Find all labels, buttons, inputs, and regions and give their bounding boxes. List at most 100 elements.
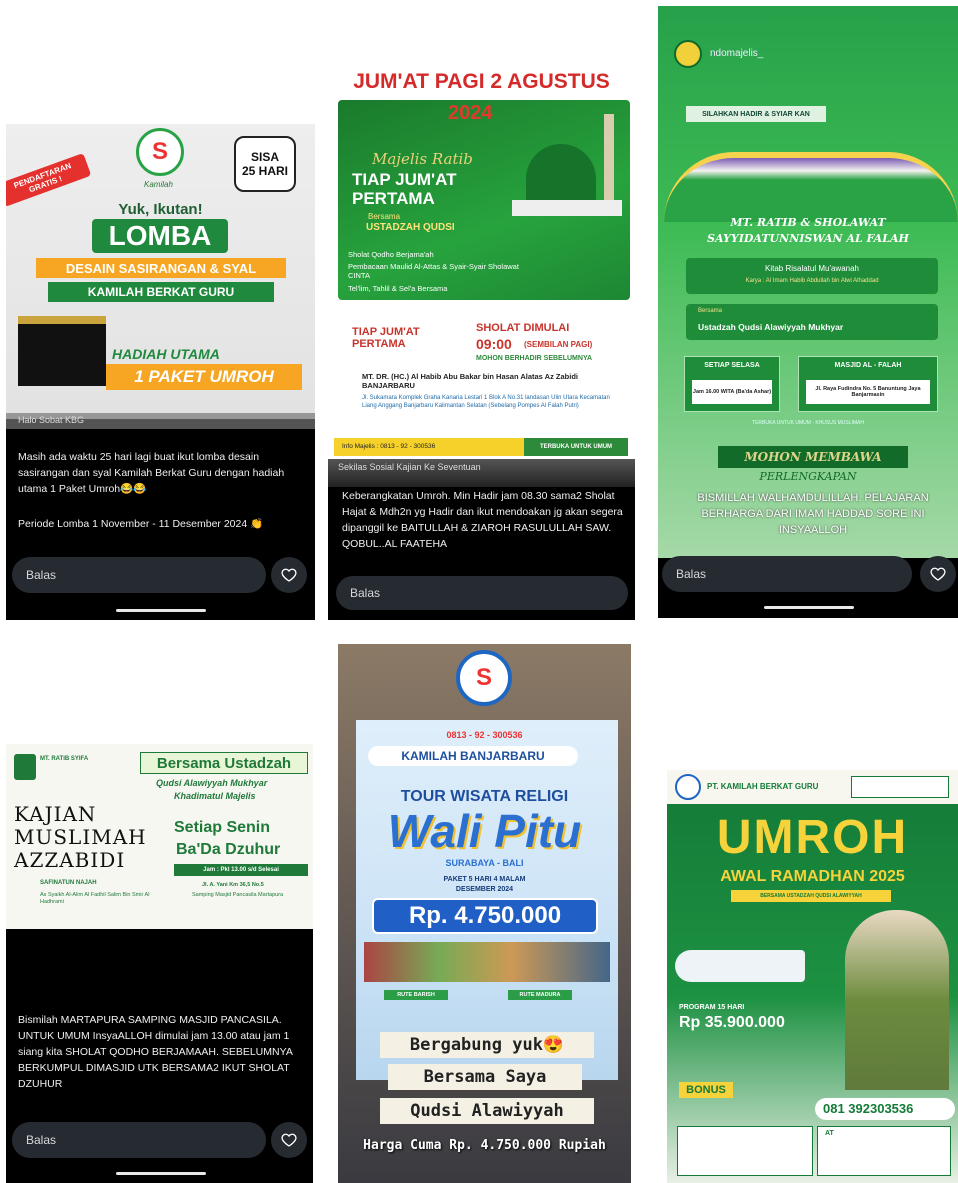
ustadzah-name: USTADZAH QUDSI <box>366 222 455 233</box>
tiap-jumat-2: TIAP JUM'AT PERTAMA <box>352 326 420 350</box>
username[interactable]: ndomajelis_ <box>710 48 763 59</box>
heart-icon <box>281 1133 297 1147</box>
heading1: MT. RATIB & SHOLAWAT <box>730 216 886 229</box>
samping-text: Samping Masjid Pancasila Martapura <box>192 892 284 898</box>
kaaba-image <box>18 316 106 386</box>
muslimah-text: MUSLIMAH <box>14 825 147 849</box>
org-logo-icon <box>14 754 36 780</box>
rute2-label: RUTE MADURA <box>508 990 572 1000</box>
reply-input[interactable]: Balas <box>12 557 266 593</box>
company-name: PT. KAMILAH BERKAT GURU <box>707 782 819 791</box>
kitab-text: Kitab Risalatul Mu'awanah <box>764 264 860 273</box>
kamilah-logo: S <box>456 650 512 706</box>
harga-text: Harga Cuma Rp. 4.750.000 Rupiah <box>363 1138 606 1153</box>
bullet-2: Tel'lim, Tahlil & Sel'a Bersama <box>348 284 448 293</box>
dome-image <box>512 114 622 216</box>
story-card-umroh[interactable]: PT. KAMILAH BERKAT GURU UMROH AWAL RAMAD… <box>667 770 958 1183</box>
username[interactable]: Halo Sobat KBG <box>18 415 84 425</box>
phone-top: 0813 - 92 - 300536 <box>446 730 523 740</box>
kemenag-logo-icon <box>674 40 702 68</box>
mohon-text: MOHON BERHADIR SEBELUMNYA <box>476 355 593 362</box>
kajian-text: KAJIAN <box>14 802 97 826</box>
umroh-title: UMROH <box>716 811 909 864</box>
partner-logo <box>851 776 949 798</box>
setiap-text: Setiap Senin <box>174 819 271 836</box>
story-card-jumat[interactable]: JUM'AT PAGI 2 AGUSTUS 2024 Majelis Ratib… <box>328 64 635 620</box>
mohon-banner: MOHON MEMBAWA <box>718 446 908 468</box>
wali-title: Wali Pitu <box>387 805 582 857</box>
heart-icon <box>930 567 946 581</box>
ustadzah-title: Khadimatul Majelis <box>174 791 256 801</box>
kamilah-banner: KAMILAH BERKAT GURU <box>48 282 274 302</box>
info-text: Info Majelis : 0813 - 92 - 300536 <box>342 443 436 450</box>
logo-text: Kamilah <box>144 180 173 189</box>
story-card-wali-pitu[interactable]: S 0813 - 92 - 300536 KAMILAH BANJARBARU … <box>338 644 631 1183</box>
awal-title: AWAL RAMADHAN 2025 <box>720 868 905 885</box>
date-text: DESEMBER 2024 <box>455 886 514 893</box>
azzabidi-text: AZZABIDI <box>14 848 126 872</box>
reply-input[interactable]: Balas <box>12 1122 266 1158</box>
brand-banner: KAMILAH BANJARBARU <box>368 746 578 766</box>
tiap-jumat: TIAP JUM'AT <box>352 170 457 189</box>
terbuka-badge: TERBUKA UNTUK UMUM <box>524 438 628 456</box>
price-banner: Rp. 4.750.000 <box>372 898 598 934</box>
line1: Bergabung yuk😍 <box>380 1032 594 1058</box>
setiap-label: SETIAP SELASA <box>704 362 760 369</box>
yuk-text: Yuk, Ikutan! <box>118 201 203 218</box>
company-logo-icon <box>675 774 701 800</box>
karya-text: Karya : Al Imam Habib Abdullah bin Alwi … <box>745 278 879 284</box>
bullet-1: Pembacaan Maulid Al-Attas & Syair-Syair … <box>348 262 519 280</box>
alamat-label: Jl. Raya Fudindra No. 5 Banuntung Jaya B… <box>806 380 930 404</box>
reply-label: Balas <box>676 567 707 581</box>
ustadzah-name: Ustadzah Qudsi Alawiyyah Mukhyar <box>698 322 844 332</box>
username[interactable]: Sekilas Sosial Kajian Ke Seventuan <box>338 462 481 472</box>
desain-banner: DESAIN SASIRANGAN & SYAL <box>36 258 286 278</box>
event-title: JUM'AT PAGI 2 AGUSTUS <box>353 70 610 93</box>
caption: Bismilah MARTAPURA SAMPING MASJID PANCAS… <box>18 1014 293 1090</box>
masjid-label: MASJID AL - FALAH <box>834 362 902 369</box>
line2: Bersama Saya <box>388 1064 582 1090</box>
story-card-lomba[interactable]: PENDAFTARAN GRATIS ! S Kamilah SISA 25 H… <box>6 124 315 620</box>
kamilah-logo: S <box>136 128 184 176</box>
like-button[interactable] <box>271 1122 307 1158</box>
photo-strip <box>364 942 610 982</box>
silat-banner: SILAHKAN HADIR & SYIAR KAN <box>686 106 826 122</box>
story-card-ratib[interactable]: ndomajelis_ SILAHKAN HADIR & SYIAR KAN M… <box>658 6 958 618</box>
alamat-text: Jl. A. Yani Km 36,5 No.5 <box>202 882 264 888</box>
story-card-kajian[interactable]: MT. RATIB SYIFA Bersama Ustadzah Qudsi A… <box>6 744 313 1183</box>
perlengkapan-text: PERLENGKAPAN <box>759 470 857 483</box>
home-indicator <box>116 1172 206 1175</box>
person-image <box>845 910 949 1090</box>
lomba-title: LOMBA <box>92 219 228 253</box>
org-text: MT. RATIB SYIFA <box>40 756 89 762</box>
year-text: 2024 <box>448 102 493 124</box>
bersama-banner: Bersama Ustadzah <box>140 752 308 774</box>
sholat-dimulai: SHOLAT DIMULAI <box>476 322 570 334</box>
plane-image <box>675 950 805 982</box>
kitab-text: SAFINATUN NAJAH <box>40 880 97 886</box>
program-text: PROGRAM 15 HARI <box>679 1004 745 1011</box>
caption: Masih ada waktu 25 hari lagi buat ikut l… <box>18 451 285 495</box>
like-button[interactable] <box>271 557 307 593</box>
rute1-label: RUTE BARISH <box>384 990 448 1000</box>
paket-banner: 1 PAKET UMROH <box>106 364 302 390</box>
sub-title: SURABAYA - BALI <box>445 858 524 868</box>
reply-label: Balas <box>350 586 381 600</box>
like-button[interactable] <box>920 556 956 592</box>
bullet-0: Sholat Qodho Berjama'ah <box>348 250 434 259</box>
address-text: Jl. Sukamara Komplek Graha Kanaria Lesta… <box>362 395 610 409</box>
time-note: (SEMBILAN PAGI) <box>524 340 593 349</box>
jam-label: Jam 16.00 WITA (Ba'da Ashar) <box>692 380 772 404</box>
majelis-script: Majelis Ratib <box>372 150 473 168</box>
contact-text: AT <box>825 1130 834 1137</box>
contact-box <box>817 1126 951 1176</box>
reply-input[interactable]: Balas <box>662 556 912 592</box>
line3: Qudsi Alawiyyah <box>380 1098 594 1124</box>
heart-icon <box>281 568 297 582</box>
bersama-label: Bersama <box>698 308 723 314</box>
pertama: PERTAMA <box>352 189 435 208</box>
pengarang-text: As Syaikh Al-Alim Al Fadhil Salim Bin Sm… <box>40 892 150 905</box>
reply-input[interactable]: Balas <box>336 576 628 610</box>
price-text: Rp 35.900.000 <box>679 1014 785 1031</box>
ustadzah-name: Qudsi Alawiyyah Mukhyar <box>156 778 268 788</box>
